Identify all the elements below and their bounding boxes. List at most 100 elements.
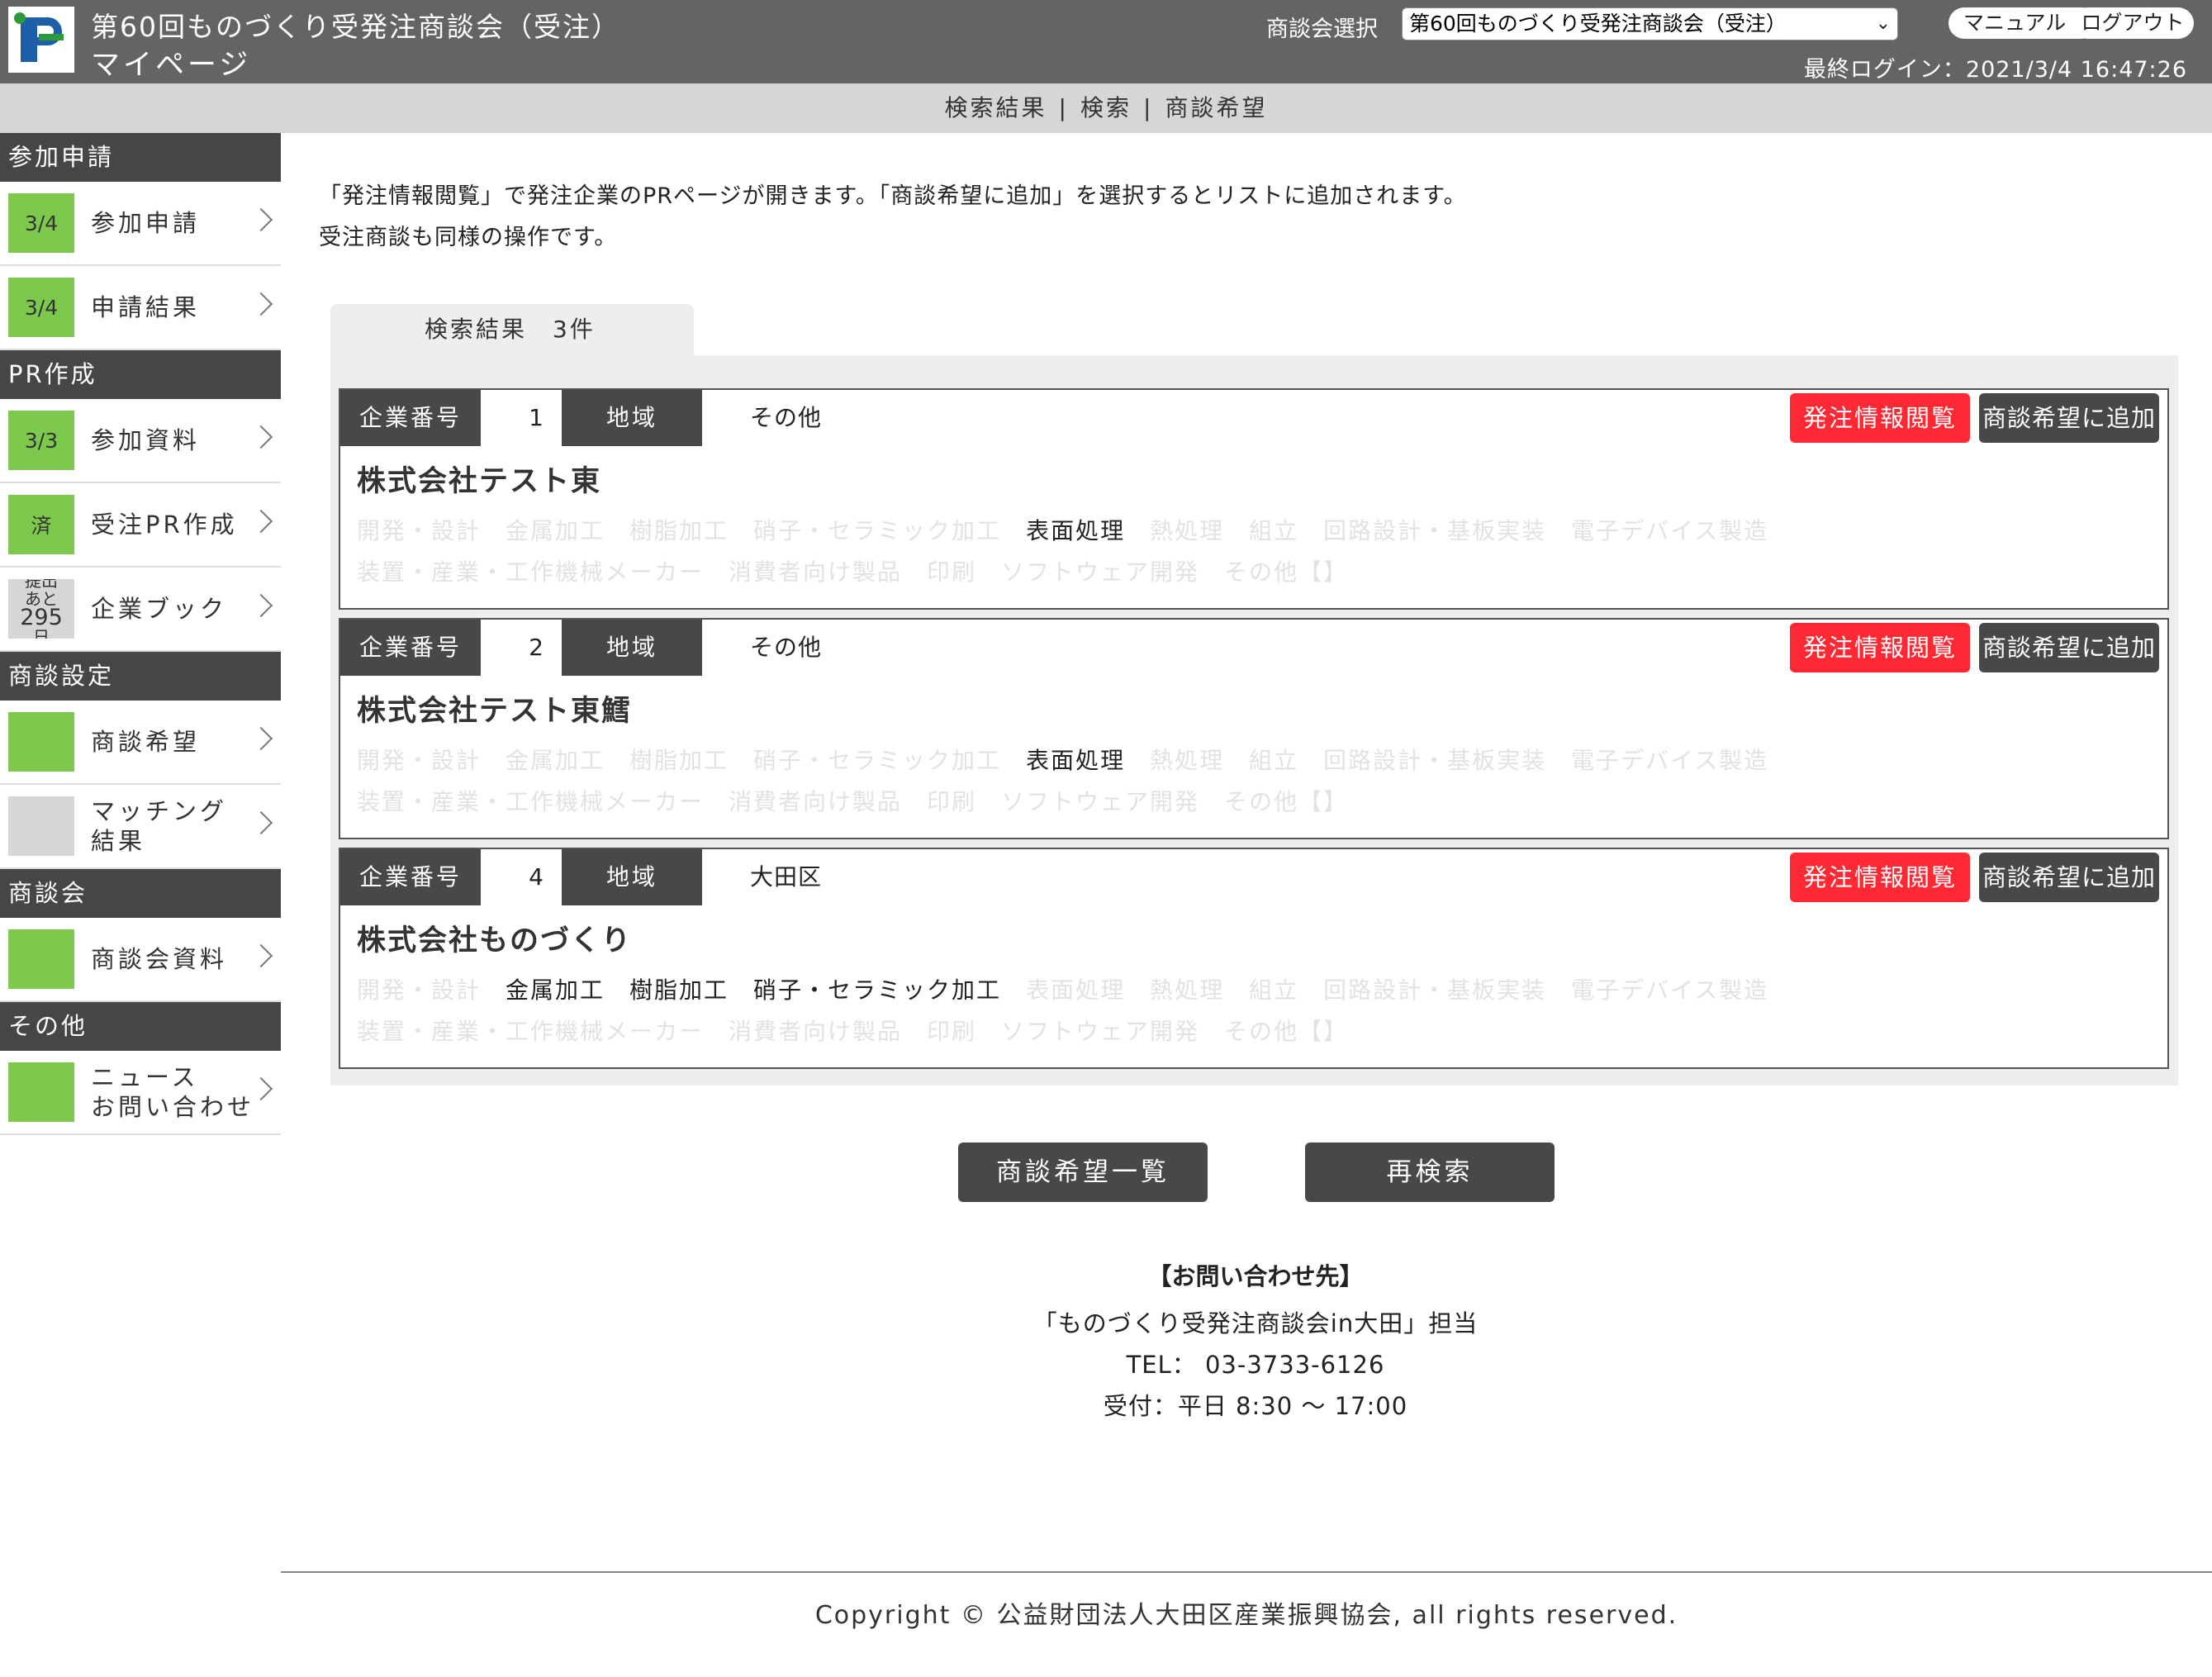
category-tag: 開発・設計	[357, 976, 482, 1004]
view-order-info-button[interactable]: 発注情報閲覧	[1790, 393, 1970, 443]
category-tag: その他【】	[1224, 788, 1349, 815]
subnav-separator: |	[1143, 94, 1154, 121]
event-select[interactable]: 第60回ものづくり受発注商談会（受注） ⌄	[1402, 7, 1898, 40]
chevron-down-icon: ⌄	[1875, 13, 1891, 34]
category-tag: 金属加工	[506, 517, 605, 544]
category-tag: 硝子・セラミック加工	[753, 976, 1002, 1004]
research-button[interactable]: 再検索	[1305, 1143, 1555, 1202]
category-tag: 電子デバイス製造	[1571, 747, 1769, 774]
view-order-info-button[interactable]: 発注情報閲覧	[1790, 623, 1970, 672]
intro-text: 「発注情報閲覧」で発注企業のPRページが開きます。「商談希望に追加」を選択すると…	[319, 176, 1467, 259]
subnav-search[interactable]: 検索	[1080, 94, 1132, 121]
company-no-label: 企業番号	[340, 620, 481, 676]
company-no-label: 企業番号	[340, 849, 481, 905]
chevron-right-icon	[249, 207, 273, 232]
category-tag: 熱処理	[1150, 976, 1225, 1004]
category-tag: 表面処理	[1026, 517, 1126, 544]
sidebar-item-label: 受注PR作成	[91, 511, 238, 539]
category-tag: 熱処理	[1150, 517, 1225, 544]
intro-line: 受注商談も同様の操作です。	[319, 225, 618, 250]
sidebar-item-application-result[interactable]: 3/4 申請結果	[0, 266, 281, 350]
category-tag: 樹脂加工	[629, 517, 729, 544]
region-value: 大田区	[750, 863, 823, 891]
subnav-negotiation-wish[interactable]: 商談希望	[1165, 94, 1267, 121]
status-badge	[8, 929, 74, 989]
event-title: 第60回ものづくり受発注商談会（受注）	[91, 11, 620, 43]
category-tag: 熱処理	[1150, 747, 1225, 774]
sidebar-item-materials[interactable]: 3/3 参加資料	[0, 399, 281, 483]
chevron-right-icon	[249, 509, 273, 534]
logout-button[interactable]: ログアウト	[2072, 7, 2194, 39]
region-label: 地域	[562, 849, 702, 905]
sidebar-item-label: マッチング 結果	[91, 785, 227, 867]
sidebar-item-label: 参加資料	[91, 426, 201, 454]
last-login: 最終ログイン：2021/3/4 16:47:26	[1803, 57, 2187, 83]
company-name: 株式会社テスト東	[357, 465, 602, 498]
company-no-label: 企業番号	[340, 390, 481, 446]
sidebar-item-meeting-materials[interactable]: 商談会資料	[0, 918, 281, 1002]
sidebar-item-negotiation-wish[interactable]: 商談希望	[0, 701, 281, 785]
region-label: 地域	[562, 620, 702, 676]
sidebar: 参加申請 3/4 参加申請 3/4 申請結果 PR作成 3/3 参加資料 済 受…	[0, 133, 281, 1135]
category-tag: 樹脂加工	[629, 976, 729, 1004]
subnav-separator: |	[1058, 94, 1069, 121]
add-to-wishlist-button[interactable]: 商談希望に追加	[1979, 853, 2159, 902]
logo-mark-icon	[14, 12, 69, 67]
company-card: 企業番号 4 地域 大田区 発注情報閲覧 商談希望に追加株式会社ものづくり開発・設計 金属加…	[339, 848, 2169, 1069]
chevron-right-icon	[249, 726, 273, 751]
status-badge	[8, 712, 74, 772]
category-tag: 硝子・セラミック加工	[753, 747, 1002, 774]
status-badge	[8, 796, 74, 856]
company-name: 株式会社ものづくり	[357, 924, 633, 957]
category-tag: その他【】	[1224, 1018, 1349, 1045]
category-tag: 組立	[1249, 747, 1299, 774]
contact-heading: 【お問い合わせ先】	[1147, 1262, 1364, 1290]
category-tag: 表面処理	[1026, 976, 1126, 1004]
sidebar-item-label: 参加申請	[91, 209, 201, 237]
view-order-info-button[interactable]: 発注情報閲覧	[1790, 853, 1970, 902]
tab-search-results[interactable]: 検索結果 3件	[330, 304, 694, 355]
sidebar-item-label: ニュース お問い合わせ	[91, 1051, 254, 1133]
category-tag: 組立	[1249, 517, 1299, 544]
footer-divider	[281, 1571, 2212, 1573]
category-tag: ソフトウェア開発	[1001, 558, 1200, 586]
sidebar-item-news-contact[interactable]: ニュース お問い合わせ	[0, 1051, 281, 1135]
status-badge: 3/4	[8, 193, 74, 253]
sub-nav: 検索結果 | 検索 | 商談希望	[0, 83, 2212, 133]
add-to-wishlist-button[interactable]: 商談希望に追加	[1979, 393, 2159, 443]
sidebar-item-label: 商談会資料	[91, 945, 228, 973]
sidebar-item-label: 企業ブック	[91, 595, 228, 623]
category-tag: 印刷	[927, 788, 977, 815]
status-badge: 3/3	[8, 411, 74, 470]
contact-line: 「ものづくり受発注商談会in大田」担当	[1032, 1309, 1479, 1337]
category-tag: 金属加工	[506, 747, 605, 774]
region-label: 地域	[562, 390, 702, 446]
chevron-right-icon	[249, 292, 273, 316]
category-list: 開発・設計 金属加工 樹脂加工 硝子・セラミック加工 表面処理 熱処理 組立 回路設計・基板実…	[357, 970, 2166, 1052]
contact-hours: 受付：平日 8:30 〜 17:00	[1103, 1392, 1408, 1420]
category-tag: 消費者向け製品	[729, 1018, 903, 1045]
chevron-right-icon	[249, 810, 273, 835]
company-name: 株式会社テスト東鱈	[357, 695, 633, 728]
category-tag: 硝子・セラミック加工	[753, 517, 1002, 544]
add-to-wishlist-button[interactable]: 商談希望に追加	[1979, 623, 2159, 672]
copyright: Copyright © 公益財団法人大田区産業振興協会, all rights …	[814, 1601, 1678, 1630]
label-line: お問い合わせ	[91, 1093, 255, 1121]
logo[interactable]	[8, 7, 74, 73]
subnav-search-results[interactable]: 検索結果	[945, 94, 1047, 121]
sidebar-item-company-book[interactable]: 提出 あと 295 日 企業ブック	[0, 568, 281, 652]
deadline-text: 日	[33, 627, 50, 639]
sidebar-item-matching-result[interactable]: マッチング 結果	[0, 785, 281, 869]
label-line: マッチング	[91, 797, 228, 825]
status-badge: 済	[8, 495, 74, 554]
category-tag: 装置・産業・工作機械メーカー	[357, 788, 705, 815]
sidebar-section-meeting: 商談会	[0, 869, 281, 918]
category-tag: 金属加工	[506, 976, 605, 1004]
status-badge	[8, 1062, 74, 1122]
company-no-value: 4	[529, 863, 544, 891]
sidebar-item-pr-create[interactable]: 済 受注PR作成	[0, 483, 281, 568]
negotiation-list-button[interactable]: 商談希望一覧	[958, 1143, 1208, 1202]
sidebar-item-application[interactable]: 3/4 参加申請	[0, 182, 281, 266]
company-card: 企業番号 1 地域 その他 発注情報閲覧 商談希望に追加 株式会社テスト東 開発・設計 金属加工…	[339, 388, 2169, 610]
event-select-value: 第60回ものづくり受発注商談会（受注）	[1409, 12, 1787, 36]
